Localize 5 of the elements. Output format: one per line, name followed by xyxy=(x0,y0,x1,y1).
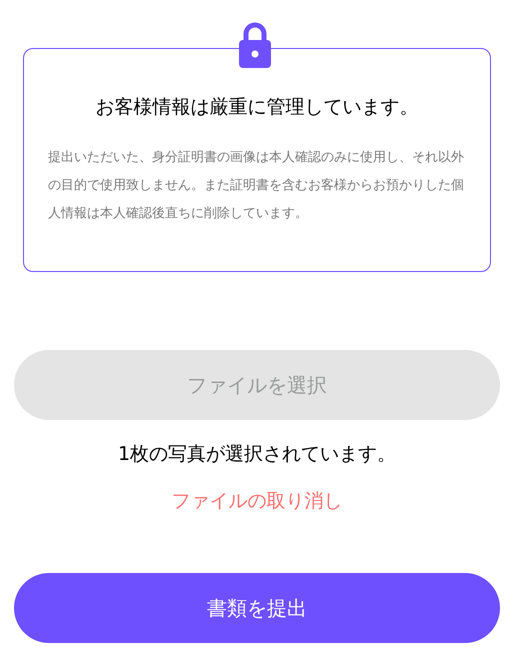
notice-text: 提出いただいた、身分証明書の画像は本人確認のみに使用し、それ以外の目的で使用致しません。また証明書を含むお客様からお預かりした個人情報は本人確認後直ちに削除しています。 xyxy=(48,148,465,222)
selection-status: 1枚の写真が選択されています。 xyxy=(118,442,396,467)
cancel-file-link[interactable]: ファイルの取り消し xyxy=(172,486,342,515)
notice-title: お客様情報は厳重に管理しています。 xyxy=(96,95,418,120)
submit-button[interactable]: 書類を提出 xyxy=(14,573,500,643)
